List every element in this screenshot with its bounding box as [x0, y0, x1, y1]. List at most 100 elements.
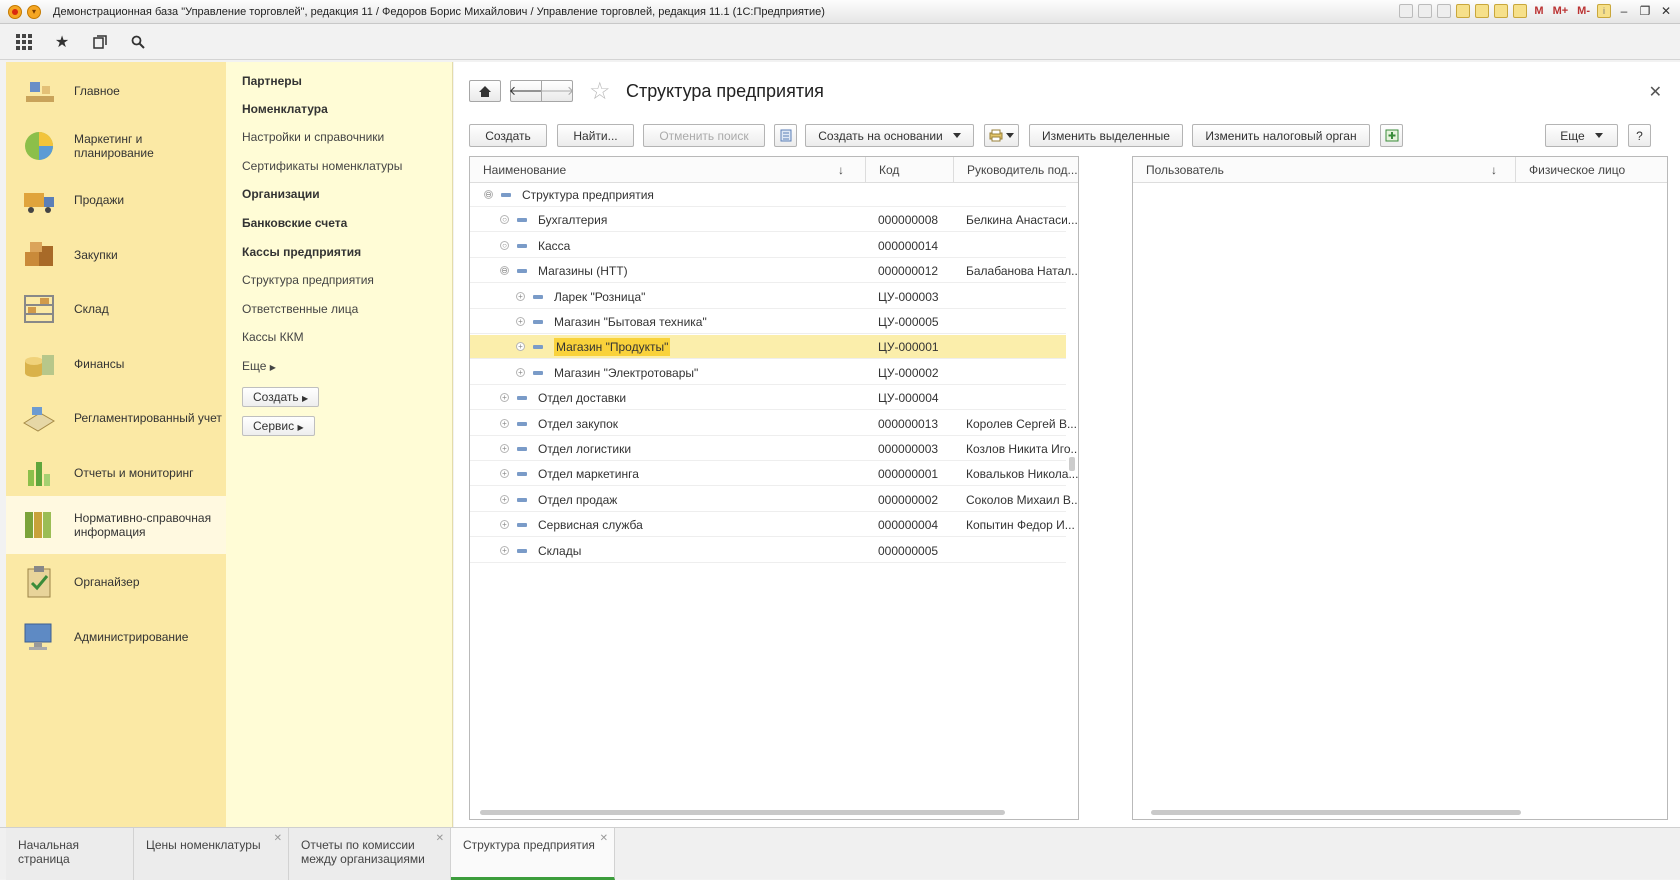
create-button[interactable]: Создать	[469, 124, 547, 147]
expand-icon[interactable]: +	[500, 418, 509, 428]
collapse-icon[interactable]: ⊖	[500, 266, 509, 276]
section-reference-info[interactable]: Нормативно-справочная информация	[6, 496, 226, 554]
nav-bank-accounts[interactable]: Банковские счета	[242, 216, 347, 230]
expand-icon[interactable]: +	[500, 444, 509, 453]
nav-nomenclature[interactable]: Номенклатура	[242, 102, 328, 116]
history-icon[interactable]	[90, 32, 110, 52]
nav-partners[interactable]: Партнеры	[242, 74, 302, 88]
tab-commission-reports[interactable]: Отчеты по комиссии между организациями ✕	[289, 828, 451, 880]
expand-icon[interactable]: +	[500, 494, 509, 504]
expand-icon[interactable]: +	[516, 291, 525, 301]
table-row[interactable]: ○Касса000000014Н	[470, 234, 1066, 258]
more-button[interactable]: Еще	[1545, 124, 1618, 147]
calculator-icon[interactable]	[1494, 4, 1509, 18]
save-icon[interactable]	[1399, 4, 1414, 18]
back-button[interactable]: 🡐	[509, 80, 543, 102]
expand-icon[interactable]: +	[516, 317, 525, 326]
nav-organizations[interactable]: Организации	[242, 187, 320, 201]
favorites-star-icon[interactable]: ★	[52, 32, 72, 52]
table-row[interactable]: ○ Бухгалтерия 000000008 Белкина Анастаси...…	[470, 208, 1078, 233]
add-to-excel-button[interactable]	[1380, 124, 1403, 147]
nav-cash-desks[interactable]: Кассы предприятия	[242, 245, 361, 259]
section-organizer[interactable]: Органайзер	[6, 553, 226, 611]
help-button[interactable]: ?	[1628, 124, 1651, 147]
nav-kkm-cash-registers[interactable]: Кассы ККМ	[242, 330, 304, 344]
table-row[interactable]: +Магазин "Продукты"ЦУ-000001Н	[470, 335, 1066, 360]
close-tab-icon[interactable]: ✕	[436, 832, 444, 846]
column-header-code[interactable]: Код	[865, 157, 953, 183]
expand-icon[interactable]: +	[516, 342, 525, 352]
document-icon[interactable]	[1437, 4, 1452, 18]
search-icon[interactable]	[128, 32, 148, 52]
tab-enterprise-structure[interactable]: Структура предприятия ✕	[451, 828, 615, 880]
section-purchases[interactable]: Закупки	[6, 226, 226, 284]
section-regulated-accounting[interactable]: Регламентированный учет	[6, 389, 226, 447]
table-row[interactable]: +Магазин "Бытовая техника"ЦУ-000005Н	[470, 310, 1066, 334]
memory-button[interactable]: M	[1532, 5, 1545, 17]
section-reports[interactable]: Отчеты и мониторинг	[6, 444, 226, 502]
find-button[interactable]: Найти...	[557, 124, 634, 147]
expand-icon[interactable]: +	[500, 393, 509, 403]
nav-nomenclature-certificates[interactable]: Сертификаты номенклатуры	[242, 159, 402, 173]
change-tax-authority-button[interactable]: Изменить налоговый орган	[1192, 124, 1370, 147]
nav-create-button[interactable]: Создать ▶	[242, 387, 320, 407]
tab-nomenclature-prices[interactable]: Цены номенклатуры ✕	[134, 828, 289, 880]
nav-more[interactable]: Еще ▶	[242, 359, 276, 373]
minimize-button[interactable]: –	[1616, 4, 1632, 18]
calendar-icon[interactable]	[1513, 4, 1528, 18]
main-menu-icon[interactable]: ▾	[27, 4, 41, 19]
favorites-icon[interactable]	[1456, 4, 1471, 18]
nav-service-button[interactable]: Сервис ▶	[242, 416, 315, 436]
column-header-person[interactable]: Физическое лицо	[1515, 157, 1667, 183]
column-header-name[interactable]: Наименование	[470, 157, 865, 183]
horizontal-scrollbar[interactable]	[1151, 810, 1521, 815]
column-header-user[interactable]: Пользователь	[1133, 157, 1515, 183]
section-sales[interactable]: Продажи	[6, 171, 226, 229]
nav-enterprise-structure[interactable]: Структура предприятия	[242, 273, 374, 287]
expand-icon[interactable]: +	[500, 545, 509, 555]
section-warehouse[interactable]: Склад	[6, 280, 226, 338]
nav-responsible-persons[interactable]: Ответственные лица	[242, 302, 358, 316]
expand-icon[interactable]: +	[516, 367, 525, 377]
all-functions-icon[interactable]	[14, 32, 34, 52]
forward-button[interactable]: 🡒	[540, 80, 574, 102]
home-button[interactable]	[469, 80, 501, 102]
close-window-button[interactable]: ✕	[1658, 4, 1674, 18]
close-tab-icon[interactable]: ✕	[274, 832, 282, 846]
section-finance[interactable]: Финансы	[6, 335, 226, 393]
maximize-button[interactable]: ❐	[1637, 4, 1653, 18]
table-row[interactable]: ⊖ Магазины (НТТ) 000000012 Балабанова Натал…	[470, 259, 1078, 284]
horizontal-scrollbar[interactable]	[480, 810, 1005, 815]
expand-icon[interactable]: +	[500, 469, 509, 479]
print-icon[interactable]	[1418, 4, 1433, 18]
table-row[interactable]: + Сервисная служба 000000004 Копытин Федор …	[470, 513, 1075, 538]
users-table[interactable]: Пользователь ↓ Физическое лицо	[1132, 156, 1668, 820]
print-menu-button[interactable]	[984, 124, 1019, 147]
table-row[interactable]: +Склады000000005Н	[470, 539, 1066, 563]
collapse-icon[interactable]: ⊖	[484, 190, 493, 199]
close-tab-icon[interactable]: ✕	[600, 832, 608, 846]
change-selected-button[interactable]: Изменить выделенные	[1029, 124, 1183, 147]
section-main[interactable]: Главное	[6, 62, 226, 120]
table-row[interactable]: +Ларек "Розница"ЦУ-000003Н	[470, 285, 1066, 309]
structure-tree-table[interactable]: Наименование ↓ Код Руководитель под... С…	[469, 156, 1079, 820]
table-row[interactable]: +Отдел доставкиЦУ-000004Н	[470, 386, 1066, 411]
section-administration[interactable]: Администрирование	[6, 608, 226, 666]
close-form-icon[interactable]: ✕	[1649, 82, 1662, 102]
expand-icon[interactable]: +	[500, 520, 509, 530]
table-row[interactable]: ⊖ Структура предприятия	[470, 183, 1066, 207]
tab-home-page[interactable]: Начальная страница	[6, 828, 134, 880]
vertical-scrollbar[interactable]	[1069, 457, 1075, 471]
memory-plus-button[interactable]: M+	[1551, 5, 1571, 17]
section-marketing[interactable]: Маркетинг и планирование	[6, 117, 226, 175]
cancel-search-button[interactable]: Отменить поиск	[643, 124, 765, 147]
info-icon[interactable]: i	[1597, 4, 1611, 18]
table-row[interactable]: + Отдел закупок 000000013 Королев Сергей В.…	[470, 412, 1077, 436]
nav-settings-reference[interactable]: Настройки и справочники	[242, 130, 384, 144]
table-row[interactable]: +Магазин "Электротовары"ЦУ-000002Н	[470, 361, 1066, 385]
history-icon[interactable]	[1475, 4, 1490, 18]
column-header-head[interactable]: Руководитель под...	[953, 157, 1078, 183]
create-based-on-button[interactable]: Создать на основании	[805, 124, 974, 147]
table-row[interactable]: + Отдел продаж 000000002 Соколов Михаил В..…	[470, 488, 1078, 512]
table-row[interactable]: + Отдел маркетинга 000000001 Ковальков Нико…	[470, 462, 1078, 487]
